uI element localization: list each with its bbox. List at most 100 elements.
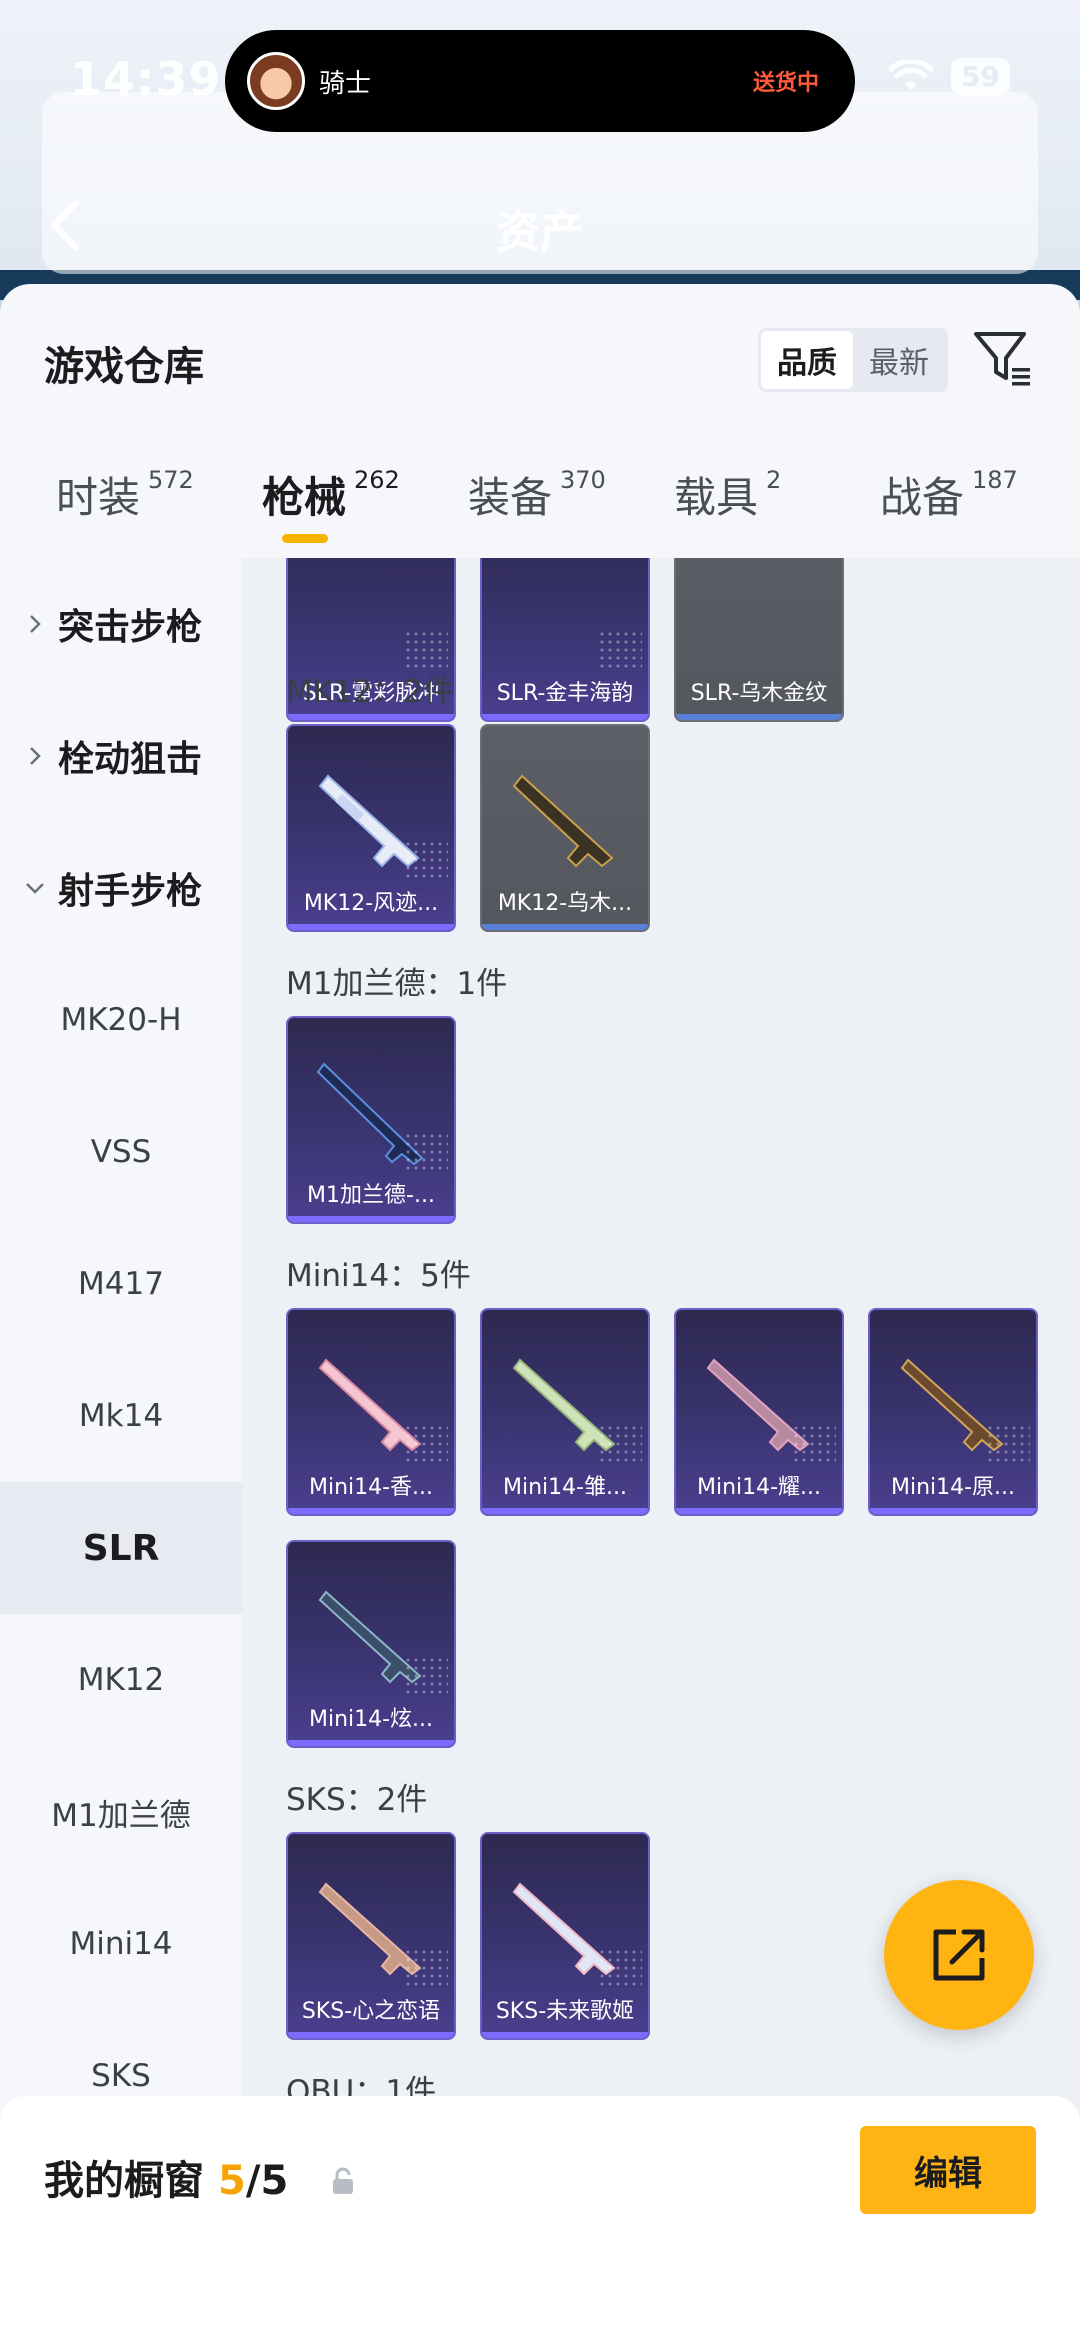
rifle-icon — [512, 774, 614, 868]
section-title-mk12: MK12：2件 — [286, 674, 455, 710]
dynamic-island-delivery[interactable]: 骑士 送货中 — [225, 30, 855, 132]
skin-card[interactable]: M1加兰德-... — [286, 1016, 456, 1224]
weapon-grid: SLR-霓彩脉冲 SLR-金丰海韵 SLR-乌木金纹 MK12：2件 MK12-… — [242, 558, 1080, 2341]
card-pattern — [404, 1656, 448, 1696]
weapon-category-sidebar: 突击步枪 栓动狙击 射手步枪 MK20-H VSS M417 Mk14 SLR … — [0, 558, 242, 2341]
sort-latest-option[interactable]: 最新 — [853, 331, 945, 389]
sort-quality-option[interactable]: 品质 — [761, 331, 853, 389]
nav-bar: 资产 — [42, 190, 1038, 260]
section-title-m1-garand: M1加兰德：1件 — [286, 966, 508, 1002]
warehouse-body: 突击步枪 栓动狙击 射手步枪 MK20-H VSS M417 Mk14 SLR … — [0, 558, 1080, 2341]
sidebar-item-m1-garand[interactable]: M1加兰德 — [0, 1746, 242, 1878]
sidebar-group-bolt-sniper[interactable]: 栓动狙击 — [0, 690, 242, 822]
warehouse-sheet: 游戏仓库 品质 最新 时装 572 枪械 262 装备 370 载具 2 战备 … — [0, 284, 1080, 2341]
skin-card-label: MK12-风迹... — [303, 891, 439, 916]
sidebar-item-slr[interactable]: SLR — [0, 1482, 242, 1614]
sidebar-item-mk14[interactable]: Mk14 — [0, 1350, 242, 1482]
tab-fashion[interactable]: 时装 572 — [56, 464, 194, 525]
sheet-title: 游戏仓库 — [44, 344, 204, 390]
card-pattern — [404, 1948, 448, 1988]
status-time: 14:39 — [70, 52, 222, 106]
rarity-bar — [288, 1740, 454, 1746]
skin-card-label: SLR-乌木金纹 — [690, 681, 828, 706]
sheet-header: 游戏仓库 品质 最新 — [0, 284, 1080, 414]
status-icons: 59 — [889, 58, 1010, 95]
skin-card[interactable]: SLR-乌木金纹 — [674, 558, 844, 722]
page-title: 资产 — [496, 207, 584, 258]
showcase-title: 我的橱窗 — [44, 2158, 204, 2204]
chevron-right-icon — [30, 615, 41, 633]
section-title-sks: SKS：2件 — [286, 1782, 428, 1818]
skin-card[interactable]: Mini14-原... — [868, 1308, 1038, 1516]
skin-card-label: Mini14-炫... — [308, 1707, 434, 1732]
rarity-bar — [288, 2032, 454, 2038]
share-button[interactable] — [884, 1880, 1034, 2030]
showcase-count-separator: / — [245, 2158, 261, 2204]
card-pattern — [986, 1424, 1030, 1464]
skin-card[interactable]: Mini14-耀... — [674, 1308, 844, 1516]
battery-indicator: 59 — [951, 58, 1010, 95]
skin-card[interactable]: Mini14-炫... — [286, 1540, 456, 1748]
rider-avatar — [247, 52, 305, 110]
sidebar-group-label: 突击步枪 — [58, 607, 203, 648]
skin-card[interactable]: Mini14-香... — [286, 1308, 456, 1516]
tab-count: 2 — [766, 466, 782, 494]
card-pattern — [792, 1424, 836, 1464]
sidebar-item-mini14[interactable]: Mini14 — [0, 1878, 242, 2010]
skin-card-label: SKS-未来歌姬 — [495, 1999, 635, 2024]
rarity-bar — [288, 1508, 454, 1514]
skin-card[interactable]: MK12-乌木... — [480, 724, 650, 932]
rarity-bar — [870, 1508, 1036, 1514]
delivery-status: 送货中 — [752, 71, 819, 96]
skin-card-label: SLR-金丰海韵 — [496, 681, 634, 706]
rarity-bar — [482, 2032, 648, 2038]
sidebar-group-label: 射手步枪 — [58, 871, 203, 912]
tab-vehicles[interactable]: 载具 2 — [674, 464, 781, 525]
edit-button[interactable]: 编辑 — [860, 2126, 1036, 2214]
tab-count: 370 — [560, 466, 606, 494]
rarity-bar — [288, 924, 454, 930]
chevron-right-icon — [30, 747, 41, 765]
filter-icon[interactable] — [972, 328, 1032, 388]
showcase-count-total: 5 — [260, 2158, 289, 2204]
skin-card[interactable]: SKS-未来歌姬 — [480, 1832, 650, 2040]
tab-label: 战备 — [880, 473, 965, 522]
sidebar-group-dmr[interactable]: 射手步枪 — [0, 822, 242, 954]
tab-label: 载具 — [674, 473, 759, 522]
rarity-bar — [482, 714, 648, 720]
lock-icon — [333, 2167, 353, 2194]
sidebar-group-assault-rifle[interactable]: 突击步枪 — [0, 558, 242, 690]
skin-card[interactable]: Mini14-雏... — [480, 1308, 650, 1516]
skin-card[interactable]: SLR-金丰海韵 — [480, 558, 650, 722]
showcase-bar: 我的橱窗 5/5 编辑 — [0, 2096, 1080, 2341]
showcase-count-used: 5 — [218, 2158, 246, 2204]
skin-card[interactable]: SKS-心之恋语 — [286, 1832, 456, 2040]
rarity-bar — [676, 1508, 842, 1514]
section-title-mini14: Mini14：5件 — [286, 1258, 471, 1294]
tab-supplies[interactable]: 战备 187 — [880, 464, 1018, 525]
sidebar-item-mk20h[interactable]: MK20-H — [0, 954, 242, 1086]
chevron-down-icon — [26, 883, 44, 894]
skin-card-label: Mini14-香... — [308, 1475, 434, 1500]
sidebar-item-m417[interactable]: M417 — [0, 1218, 242, 1350]
skin-card-label: SKS-心之恋语 — [301, 1999, 441, 2024]
sidebar-group-label: 栓动狙击 — [58, 739, 203, 780]
card-pattern — [404, 630, 448, 670]
rider-label: 骑士 — [319, 68, 372, 99]
tab-count: 262 — [354, 466, 400, 494]
tab-label: 枪械 — [262, 473, 347, 522]
tab-count: 187 — [972, 466, 1018, 494]
sidebar-item-mk12[interactable]: MK12 — [0, 1614, 242, 1746]
tab-firearms[interactable]: 枪械 262 — [262, 464, 400, 525]
rarity-bar — [482, 1508, 648, 1514]
sidebar-item-vss[interactable]: VSS — [0, 1086, 242, 1218]
skin-card-label: Mini14-雏... — [502, 1475, 628, 1500]
skin-card-label: Mini14-耀... — [696, 1475, 822, 1500]
tab-equipment[interactable]: 装备 370 — [468, 464, 606, 525]
skin-card-label: MK12-乌木... — [497, 891, 633, 916]
showcase-count: 5/5 — [218, 2158, 288, 2204]
tab-label: 时装 — [56, 473, 141, 522]
card-pattern — [598, 630, 642, 670]
skin-card[interactable]: MK12-风迹... — [286, 724, 456, 932]
card-pattern — [404, 1132, 448, 1172]
